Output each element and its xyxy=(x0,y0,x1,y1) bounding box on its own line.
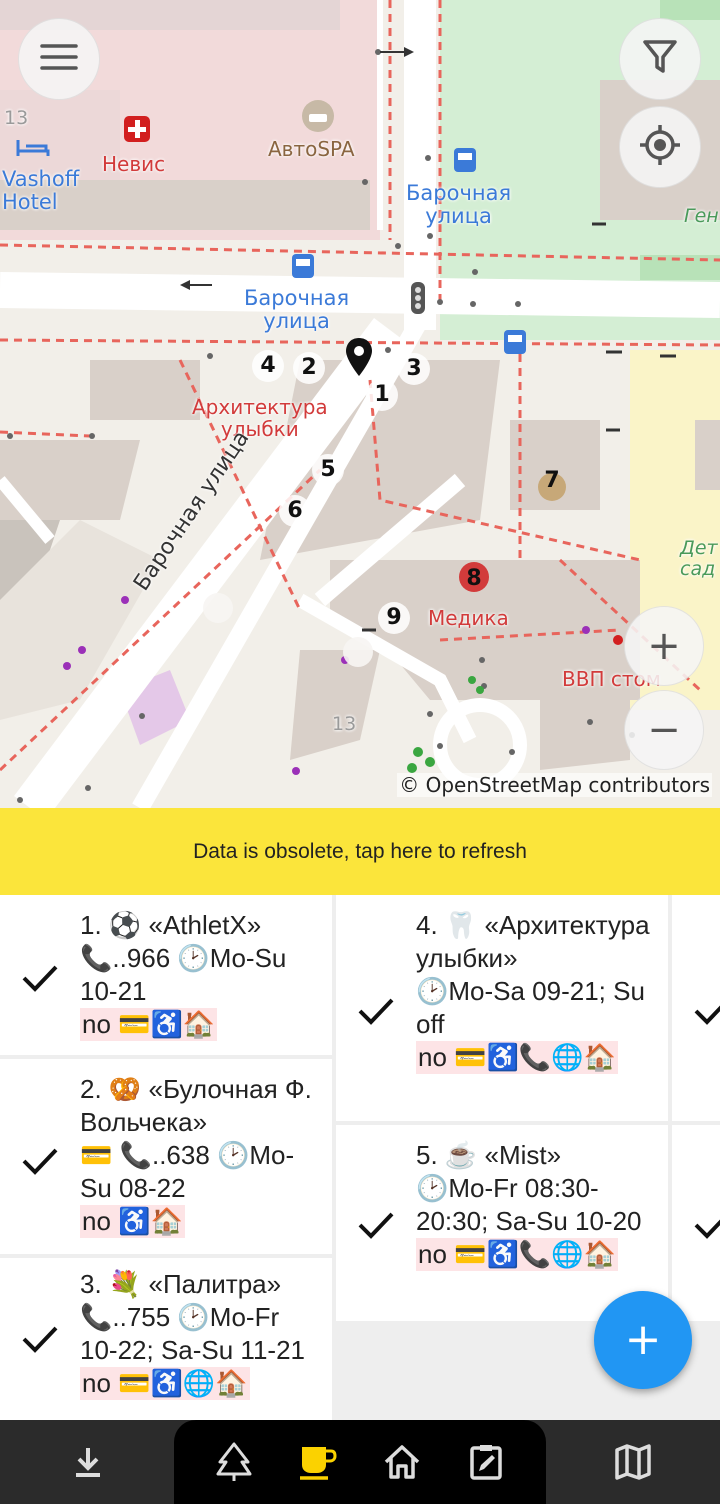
map-label-house-13-bottom: 13 xyxy=(332,713,357,735)
check-icon[interactable] xyxy=(20,1141,60,1181)
check-icon[interactable] xyxy=(692,991,720,1031)
menu-button[interactable] xyxy=(18,18,100,100)
edit-icon xyxy=(470,1445,502,1480)
place-card-3[interactable]: 3. 💐 «Палитра» 📞..755 🕑Mo-Fr 10-22; Sa-S… xyxy=(0,1258,332,1420)
map-icon xyxy=(615,1444,651,1480)
place-title: 2. 🥨 «Булочная Ф. Вольчека» xyxy=(80,1074,312,1137)
map-label-nevis: Невис xyxy=(102,152,166,176)
poi-marker-2[interactable]: 2 xyxy=(293,352,325,384)
place-details: 📞..966 🕑Mo-Su 10-21 xyxy=(80,943,287,1006)
nav-food[interactable] xyxy=(296,1440,340,1484)
check-icon[interactable] xyxy=(692,1205,720,1245)
place-tags: no 💳♿🌐🏠 xyxy=(80,1367,250,1400)
map-attribution[interactable]: © OpenStreetMap contributors xyxy=(397,773,712,797)
map-label-green-top: Ген xyxy=(684,205,719,227)
check-icon[interactable] xyxy=(356,991,396,1031)
check-icon[interactable] xyxy=(356,1205,396,1245)
bottom-navigation xyxy=(0,1420,720,1504)
menu-icon xyxy=(39,42,79,76)
place-tags: no 💳♿🏠 xyxy=(80,1008,218,1041)
poi-marker-7[interactable]: 7 xyxy=(536,465,568,497)
nav-edit[interactable] xyxy=(464,1440,508,1484)
place-title: 4. 🦷 «Архитектура улыбки» xyxy=(416,910,650,973)
place-title: 1. ⚽ «AthletX» xyxy=(80,910,262,940)
map-label-house-13: 13 xyxy=(4,107,29,129)
place-title: 3. 💐 «Палитра» xyxy=(80,1269,282,1299)
place-tags: no 💳♿📞🌐🏠 xyxy=(416,1238,619,1271)
place-card-4[interactable]: 4. 🦷 «Архитектура улыбки» 🕑Mo-Sa 09-21; … xyxy=(336,895,668,1121)
locate-button[interactable] xyxy=(619,106,701,188)
poi-marker-3[interactable]: 3 xyxy=(398,353,430,385)
poi-marker-6[interactable]: 6 xyxy=(279,495,311,527)
map-label-green-right: Дет сад xyxy=(680,537,718,580)
place-details: 🕑Mo-Fr 08:30-20:30; Sa-Su 10-20 xyxy=(416,1173,642,1236)
map-label-street-mid: Барочная улица xyxy=(244,286,350,334)
place-card-partial[interactable] xyxy=(672,895,720,1121)
place-details: 🕑Mo-Sa 09-21; Su off xyxy=(416,976,645,1039)
map-label-medika: Медика xyxy=(428,606,509,630)
zoom-in-label: + xyxy=(647,623,681,669)
zoom-out-label: − xyxy=(647,707,681,753)
nav-home[interactable] xyxy=(380,1440,424,1484)
place-card-partial[interactable] xyxy=(672,1125,720,1321)
refresh-banner[interactable]: Data is obsolete, tap here to refresh xyxy=(0,808,720,895)
place-title: 5. ☕ «Mist» xyxy=(416,1140,562,1170)
map-label-arch: Архитектура улыбки xyxy=(192,395,328,441)
download-icon xyxy=(76,1448,100,1477)
place-tags: no 💳♿📞🌐🏠 xyxy=(416,1041,619,1074)
place-details: 💳 📞..638 🕑Mo-Su 08-22 xyxy=(80,1140,295,1203)
place-tags: no ♿🏠 xyxy=(80,1205,185,1238)
check-icon[interactable] xyxy=(20,958,60,998)
map-label-street-top: Барочная улица xyxy=(406,181,512,229)
home-icon xyxy=(384,1445,420,1479)
refresh-banner-text: Data is obsolete, tap here to refresh xyxy=(193,839,527,863)
map-label-vashoff-hotel: Vashoff Hotel xyxy=(2,167,80,215)
locate-icon xyxy=(638,123,682,171)
poi-marker-9[interactable]: 9 xyxy=(378,602,410,634)
nav-nature[interactable] xyxy=(212,1440,256,1484)
zoom-in-button[interactable]: + xyxy=(624,606,704,686)
poi-marker-4[interactable]: 4 xyxy=(252,350,284,382)
zoom-out-button[interactable]: − xyxy=(624,690,704,770)
map-label-avtospa: АвтоSPA xyxy=(268,137,355,161)
poi-marker-8[interactable]: 8 xyxy=(458,563,490,595)
cup-icon xyxy=(300,1447,337,1480)
poi-marker-5[interactable]: 5 xyxy=(312,454,344,486)
add-place-button[interactable]: + xyxy=(594,1291,692,1389)
map-view[interactable]: 13 Невис АвтоSPA Vashoff Hotel Барочная … xyxy=(0,0,720,808)
nav-map[interactable] xyxy=(611,1440,655,1484)
tree-icon xyxy=(216,1442,252,1481)
place-details: 📞..755 🕑Mo-Fr 10-22; Sa-Su 11-21 xyxy=(80,1302,305,1365)
check-icon[interactable] xyxy=(20,1319,60,1359)
nav-download[interactable] xyxy=(66,1440,110,1484)
plus-icon: + xyxy=(624,1314,662,1365)
place-card-2[interactable]: 2. 🥨 «Булочная Ф. Вольчека» 💳 📞..638 🕑Mo… xyxy=(0,1059,332,1254)
poi-marker-1[interactable]: 1 xyxy=(366,379,398,411)
place-card-5[interactable]: 5. ☕ «Mist» 🕑Mo-Fr 08:30-20:30; Sa-Su 10… xyxy=(336,1125,668,1321)
filter-icon xyxy=(643,39,677,79)
filter-button[interactable] xyxy=(619,18,701,100)
place-card-1[interactable]: 1. ⚽ «AthletX» 📞..966 🕑Mo-Su 10-21 no 💳♿… xyxy=(0,895,332,1055)
